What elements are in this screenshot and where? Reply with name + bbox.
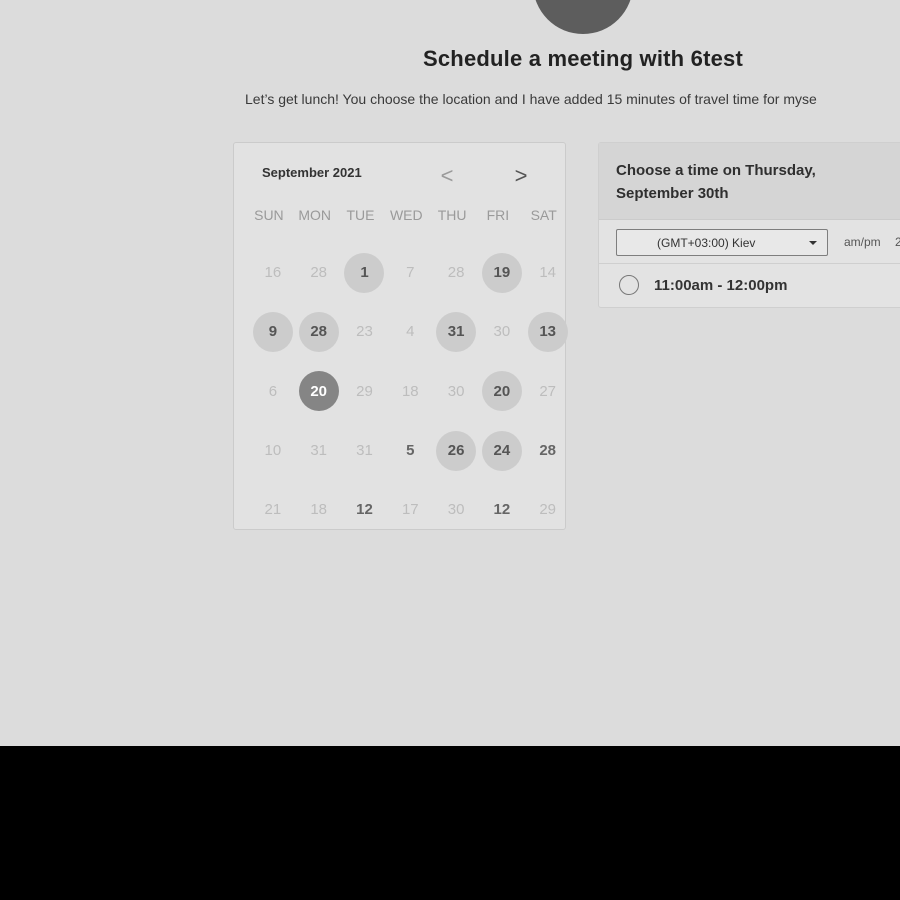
next-month-chevron-right-icon[interactable]: > (508, 163, 534, 189)
calendar-day: 6 (268, 382, 278, 400)
time-slot-label: 11:00am - 12:00pm (654, 276, 788, 294)
weekday-header-row: SUN MON TUE WED THU FRI SAT (246, 207, 567, 223)
calendar-cell: 5 (387, 421, 433, 480)
calendar-day: 31 (356, 442, 373, 460)
calendar-cell: 12 (479, 480, 525, 539)
time-panel-header: Choose a time on Thursday, September 30t… (599, 143, 900, 220)
calendar-cell: 1 (342, 243, 388, 302)
calendar-day[interactable]: 26 (436, 430, 477, 471)
calendar-cell: 27 (525, 362, 571, 421)
calendar-day: 5 (406, 442, 415, 460)
calendar-day: 30 (493, 323, 511, 341)
calendar-cell: 30 (479, 302, 525, 361)
calendar-cell: 29 (342, 362, 388, 421)
calendar-cell: 17 (387, 480, 433, 539)
calendar-day: 17 (401, 501, 419, 519)
calendar-cell: 26 (433, 421, 479, 480)
calendar-day: 23 (356, 323, 373, 341)
scheduling-page: Schedule a meeting with 6test Let’s get … (0, 0, 900, 746)
calendar-cell: 21 (250, 480, 296, 539)
calendar-cell: 12 (342, 480, 388, 539)
calendar-day-grid: 16 28 1 7 28 19 14 9 28 23 4 31 30 13 6 20 29 18 30 20 27 10 3… (250, 243, 568, 539)
weekday-label: TUE (346, 207, 375, 223)
weekday-label: SUN (254, 207, 284, 223)
calendar-day-selected[interactable]: 20 (298, 371, 339, 412)
calendar-day: 18 (401, 382, 419, 400)
calendar-day[interactable]: 24 (481, 430, 522, 471)
dropdown-caret-icon (809, 241, 817, 245)
calendar-day: 18 (310, 501, 328, 519)
radio-button-icon[interactable] (619, 275, 639, 295)
calendar-day[interactable]: 1 (344, 252, 385, 293)
weekday-label: WED (389, 207, 423, 223)
calendar-cell: 13 (525, 302, 571, 361)
time-format-24h-toggle[interactable]: 2 (895, 235, 900, 249)
calendar-day: 29 (356, 382, 373, 400)
calendar-cell: 20 (479, 362, 525, 421)
time-slot-option[interactable]: 11:00am - 12:00pm (619, 274, 787, 296)
calendar-day: 30 (447, 382, 465, 400)
calendar-day: 29 (539, 501, 557, 519)
calendar-cell: 30 (433, 362, 479, 421)
weekday-label: MON (298, 207, 332, 223)
calendar-day: 12 (493, 501, 511, 519)
calendar-cell: 28 (433, 243, 479, 302)
calendar-cell: 19 (479, 243, 525, 302)
calendar-cell: 31 (342, 421, 388, 480)
calendar-day: 27 (539, 382, 557, 400)
calendar-cell: 31 (433, 302, 479, 361)
calendar-month-label: September 2021 (262, 165, 362, 180)
calendar-cell: 7 (387, 243, 433, 302)
calendar-cell: 24 (479, 421, 525, 480)
calendar-day: 30 (447, 501, 465, 519)
calendar-cell: 10 (250, 421, 296, 480)
calendar-day: 7 (406, 264, 415, 282)
previous-month-chevron-left-icon[interactable]: < (434, 163, 460, 189)
page-title: Schedule a meeting with 6test (423, 46, 743, 71)
timezone-value: (GMT+03:00) Kiev (657, 236, 756, 250)
calendar-cell: 29 (525, 480, 571, 539)
weekday-label: SAT (530, 207, 557, 223)
calendar: September 2021 < > SUN MON TUE WED THU FRI SAT… (233, 142, 568, 530)
calendar-day: 28 (310, 264, 328, 282)
calendar-cell: 16 (250, 243, 296, 302)
calendar-day[interactable]: 28 (298, 311, 339, 352)
calendar-cell: 31 (296, 421, 342, 480)
calendar-cell: 20 (296, 362, 342, 421)
calendar-day: 28 (447, 264, 465, 282)
calendar-cell: 9 (250, 302, 296, 361)
calendar-day: 31 (310, 442, 328, 460)
calendar-cell: 14 (525, 243, 571, 302)
time-panel-title: Choose a time on Thursday, September 30t… (616, 162, 816, 202)
calendar-day: 14 (539, 264, 557, 282)
panel-divider (599, 263, 900, 264)
calendar-day: 21 (264, 501, 282, 519)
timezone-select[interactable]: (GMT+03:00) Kiev (616, 229, 828, 256)
calendar-cell: 4 (387, 302, 433, 361)
calendar-cell: 18 (387, 362, 433, 421)
calendar-cell: 28 (296, 302, 342, 361)
calendar-cell: 28 (296, 243, 342, 302)
calendar-day: 28 (539, 442, 557, 460)
meeting-description: Let’s get lunch! You choose the location… (245, 91, 817, 107)
calendar-cell: 30 (433, 480, 479, 539)
calendar-day[interactable]: 20 (481, 371, 522, 412)
calendar-day: 10 (264, 442, 282, 460)
calendar-cell: 18 (296, 480, 342, 539)
host-avatar (533, 0, 633, 34)
calendar-day: 12 (356, 501, 373, 519)
calendar-day[interactable]: 19 (481, 252, 522, 293)
calendar-day: 4 (406, 323, 415, 341)
calendar-cell: 28 (525, 421, 571, 480)
calendar-cell: 6 (250, 362, 296, 421)
time-format-ampm-toggle[interactable]: am/pm (844, 235, 881, 249)
calendar-day[interactable]: 9 (252, 311, 293, 352)
calendar-day[interactable]: 31 (436, 311, 477, 352)
weekday-label: FRI (486, 207, 510, 223)
weekday-label: THU (437, 207, 467, 223)
calendar-cell: 23 (342, 302, 388, 361)
calendar-day[interactable]: 13 (527, 311, 568, 352)
calendar-day: 16 (264, 264, 282, 282)
time-slot-panel: Choose a time on Thursday, September 30t… (598, 142, 900, 308)
